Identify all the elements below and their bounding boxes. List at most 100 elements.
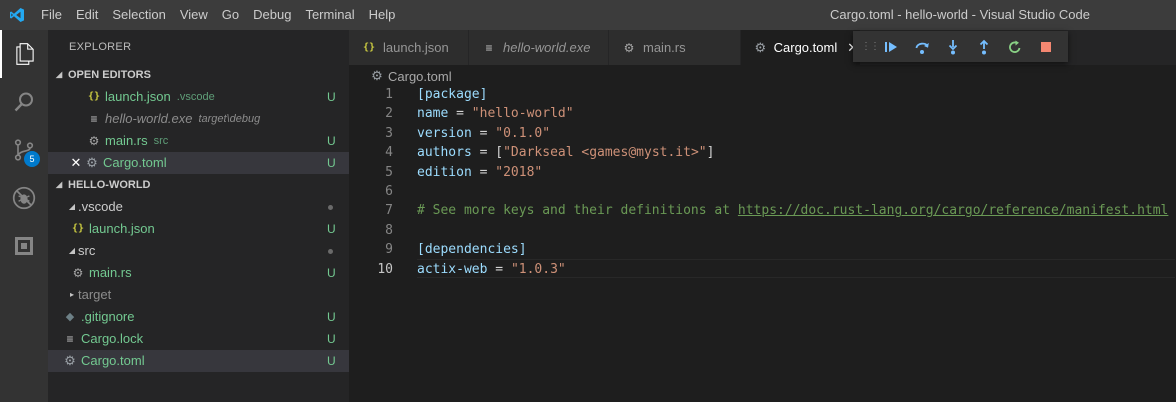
tab-hello-world-exe[interactable]: ≡ hello-world.exe: [469, 30, 609, 65]
extensions-icon[interactable]: [0, 222, 48, 270]
git-status-badge: U: [327, 310, 336, 324]
title-bar: File Edit Selection View Go Debug Termin…: [0, 0, 1176, 30]
git-status-badge: U: [327, 266, 336, 280]
rust-file-icon: ⚙: [88, 134, 100, 148]
code-section: [package]: [417, 87, 488, 102]
binary-file-icon: ≡: [485, 40, 493, 55]
file-name: hello-world.exe: [105, 111, 193, 126]
file-name: Cargo.lock: [81, 331, 144, 346]
code-link[interactable]: https://doc.rust-lang.org/cargo/referenc…: [738, 203, 1168, 218]
code-section: [dependencies]: [417, 242, 527, 258]
line-number: 9: [385, 242, 393, 258]
chevron-down-icon: ◢: [56, 70, 63, 79]
tree-folder[interactable]: ◢ .vscode: [48, 196, 349, 218]
modified-dot-icon: [328, 249, 333, 254]
tab-launch-json[interactable]: {} launch.json: [349, 30, 469, 65]
explorer-title: EXPLORER: [69, 41, 132, 53]
open-editors-header[interactable]: ◢ OPEN EDITORS: [48, 64, 349, 86]
code-line: 8: [349, 221, 1176, 240]
step-out-icon[interactable]: [968, 31, 999, 62]
step-into-icon[interactable]: [937, 31, 968, 62]
line-number: 1: [385, 87, 393, 102]
menu-selection[interactable]: Selection: [105, 0, 172, 30]
tab-main-rs[interactable]: ⚙ main.rs: [609, 30, 741, 65]
vscode-logo-icon: [0, 0, 34, 30]
scm-badge: 5: [24, 151, 40, 167]
code-operator: ]: [706, 145, 715, 161]
breadcrumb-file[interactable]: Cargo.toml: [388, 69, 452, 84]
code-string: "2018": [495, 164, 543, 180]
restart-icon[interactable]: [999, 31, 1030, 62]
chevron-down-icon: ◢: [68, 202, 76, 211]
code-line: 4 authors = ["Darkseal <games@myst.it>"]: [349, 143, 1176, 162]
binary-file-icon: ≡: [90, 112, 98, 126]
file-name: main.rs: [89, 265, 132, 280]
tab-label: hello-world.exe: [503, 40, 591, 55]
line-number: 7: [385, 203, 393, 219]
folder-title: HELLO-WORLD: [68, 179, 151, 191]
rust-file-icon: ⚙: [72, 266, 84, 280]
menu-debug[interactable]: Debug: [246, 0, 298, 30]
code-operator: =: [471, 125, 496, 141]
chevron-down-icon: ◢: [68, 246, 76, 255]
file-name: Cargo.toml: [81, 353, 145, 368]
folder-header[interactable]: ◢ HELLO-WORLD: [48, 174, 349, 196]
code-key: name: [417, 106, 449, 122]
text-file-icon: ≡: [66, 332, 74, 346]
code-line: 6: [349, 182, 1176, 201]
menu-help[interactable]: Help: [362, 0, 403, 30]
drag-handle-icon[interactable]: ⋮⋮: [861, 41, 880, 52]
menu-file[interactable]: File: [34, 0, 69, 30]
tree-file[interactable]: ◆ .gitignore U: [48, 306, 349, 328]
code-line: 3 version = "0.1.0": [349, 124, 1176, 143]
activity-bar: 5: [0, 30, 48, 402]
tree-file[interactable]: ⚙ main.rs U: [48, 262, 349, 284]
search-icon[interactable]: [0, 78, 48, 126]
continue-icon[interactable]: [875, 31, 906, 62]
close-icon[interactable]: ✕: [68, 152, 84, 174]
tab-label: main.rs: [643, 40, 686, 55]
code-editor[interactable]: 1 [package] 2 name = "hello-world" 3 ver…: [349, 85, 1176, 402]
menu-view[interactable]: View: [173, 0, 215, 30]
menu-go[interactable]: Go: [215, 0, 246, 30]
current-line-highlight: [417, 259, 1175, 278]
open-editor-item[interactable]: {} launch.json .vscode U: [48, 86, 349, 108]
tab-cargo-toml[interactable]: ⚙ Cargo.toml ✕: [741, 30, 861, 65]
open-editor-item[interactable]: ≡ hello-world.exe target\debug: [48, 108, 349, 130]
git-status-badge: U: [327, 90, 336, 104]
code-operator: =: [471, 164, 496, 180]
explorer-icon[interactable]: [0, 30, 48, 78]
open-editor-item-active[interactable]: ✕ ⚙ Cargo.toml U: [48, 152, 349, 174]
chevron-right-icon: ▸: [69, 290, 74, 299]
source-control-icon[interactable]: 5: [0, 126, 48, 174]
git-file-icon: ◆: [65, 311, 75, 323]
code-key: authors: [417, 145, 472, 161]
code-string: "Darkseal <games@myst.it>": [503, 145, 707, 161]
step-over-icon[interactable]: [906, 31, 937, 62]
chevron-down-icon: ◢: [56, 180, 63, 189]
stop-icon[interactable]: [1030, 31, 1061, 62]
file-folder: .vscode: [176, 91, 215, 103]
git-status-badge: U: [327, 134, 336, 148]
menu-edit[interactable]: Edit: [69, 0, 105, 30]
tree-folder[interactable]: ▸ target: [48, 284, 349, 306]
line-number: 10: [377, 261, 393, 277]
tree-folder[interactable]: ◢ src: [48, 240, 349, 262]
modified-dot-icon: [328, 205, 333, 210]
json-file-icon: {}: [87, 91, 101, 102]
tab-label: launch.json: [383, 40, 449, 55]
code-key: version: [417, 125, 472, 141]
tree-file[interactable]: {} launch.json U: [48, 218, 349, 240]
menu-terminal[interactable]: Terminal: [298, 0, 361, 30]
explorer-sidebar: EXPLORER ◢ OPEN EDITORS {} launch.json .…: [48, 30, 349, 402]
code-comment: # See more keys and their definitions at: [417, 203, 738, 219]
code-line: 5 edition = "2018": [349, 163, 1176, 182]
open-editors-title: OPEN EDITORS: [68, 69, 151, 81]
code-operator: =: [448, 106, 472, 122]
code-operator: = [: [471, 145, 504, 161]
window-title: Cargo.toml - hello-world - Visual Studio…: [830, 7, 1090, 22]
tree-file-active[interactable]: ⚙ Cargo.toml U: [48, 350, 349, 372]
tree-file[interactable]: ≡ Cargo.lock U: [48, 328, 349, 350]
open-editor-item[interactable]: ⚙ main.rs src U: [48, 130, 349, 152]
debug-icon[interactable]: [0, 174, 48, 222]
